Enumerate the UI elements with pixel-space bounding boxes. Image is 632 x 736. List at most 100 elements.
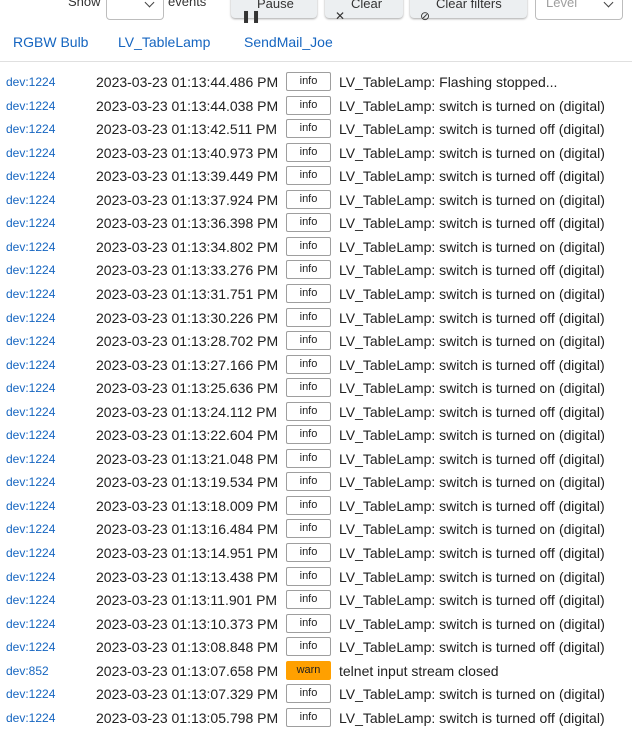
- log-message: LV_TableLamp: switch is turned off (digi…: [339, 497, 605, 514]
- log-level-badge: info: [286, 495, 331, 515]
- log-row: dev:1224 2023-03-23 01:13:39.449 PM info LV…: [0, 164, 632, 188]
- log-timestamp: 2023-03-23 01:13:34.802 PM: [96, 238, 279, 255]
- log-message: LV_TableLamp: switch is turned on (digit…: [339, 285, 605, 302]
- log-device-link[interactable]: dev:1224: [6, 146, 55, 160]
- log-device-link[interactable]: dev:1224: [6, 99, 55, 113]
- clear-filters-button[interactable]: ⊘ Clear filters: [410, 0, 527, 23]
- log-device-link[interactable]: dev:1224: [6, 240, 55, 254]
- log-timestamp: 2023-03-23 01:13:22.604 PM: [96, 427, 279, 444]
- log-row: dev:1224 2023-03-23 01:13:24.112 PM info LV…: [0, 400, 632, 424]
- device-tab-rgbw-bulb[interactable]: RGBW Bulb: [13, 34, 88, 50]
- log-timestamp: 2023-03-23 01:13:10.373 PM: [96, 615, 279, 632]
- log-timestamp: 2023-03-23 01:13:44.038 PM: [96, 97, 279, 114]
- log-timestamp: 2023-03-23 01:13:27.166 PM: [96, 356, 279, 373]
- log-level-badge: info: [286, 472, 331, 492]
- log-device-link[interactable]: dev:1224: [6, 428, 55, 442]
- log-timestamp: 2023-03-23 01:13:33.276 PM: [96, 262, 279, 279]
- log-level-badge: info: [286, 425, 331, 445]
- log-device-link[interactable]: dev:1224: [6, 640, 55, 654]
- log-level-badge: info: [286, 260, 331, 280]
- log-level-badge: info: [286, 236, 331, 256]
- log-device-link[interactable]: dev:1224: [6, 452, 55, 466]
- log-message: LV_TableLamp: Flashing stopped...: [339, 74, 558, 90]
- log-timestamp: 2023-03-23 01:13:08.848 PM: [96, 639, 279, 656]
- log-timestamp: 2023-03-23 01:13:14.951 PM: [96, 545, 279, 561]
- log-row: dev:1224 2023-03-23 01:13:42.511 PM info LV…: [0, 117, 632, 141]
- log-row: dev:1224 2023-03-23 01:13:30.226 PM info LV…: [0, 306, 632, 330]
- log-level-badge: info: [286, 378, 331, 398]
- log-timestamp: 2023-03-23 01:13:07.329 PM: [96, 686, 279, 703]
- log-level-badge: info: [286, 307, 331, 327]
- level-select[interactable]: Level: [535, 0, 623, 20]
- log-device-link[interactable]: dev:1224: [6, 522, 55, 536]
- log-level-badge: info: [286, 331, 331, 351]
- device-filter-tabs: RGBW Bulb LV_TableLamp SendMail_Joe: [0, 28, 632, 62]
- log-timestamp: 2023-03-23 01:13:25.636 PM: [96, 380, 279, 397]
- log-message: LV_TableLamp: switch is turned off (digi…: [339, 709, 605, 726]
- log-row: dev:1224 2023-03-23 01:13:44.486 PM info LV…: [0, 70, 632, 94]
- log-timestamp: 2023-03-23 01:13:42.511 PM: [96, 121, 278, 138]
- pause-button[interactable]: ❚❚ Pause: [231, 0, 317, 23]
- log-device-link[interactable]: dev:1224: [6, 405, 55, 419]
- log-message: LV_TableLamp: switch is turned off (digi…: [339, 403, 605, 420]
- log-level-badge: info: [286, 354, 331, 374]
- log-device-link[interactable]: dev:1224: [6, 711, 55, 725]
- log-message: LV_TableLamp: switch is turned on (digit…: [339, 521, 605, 538]
- log-timestamp: 2023-03-23 01:13:31.751 PM: [96, 285, 279, 302]
- log-device-link[interactable]: dev:1224: [6, 334, 55, 348]
- log-device-link[interactable]: dev:1224: [6, 499, 55, 513]
- log-level-badge: info: [286, 637, 331, 657]
- log-level-badge: info: [286, 519, 331, 539]
- device-tab-lv-tablelamp[interactable]: LV_TableLamp: [118, 34, 210, 50]
- log-device-link[interactable]: dev:1224: [6, 75, 55, 89]
- log-row: dev:1224 2023-03-23 01:13:44.038 PM info LV…: [0, 94, 632, 118]
- log-row: dev:1224 2023-03-23 01:13:37.924 PM info LV…: [0, 188, 632, 212]
- log-message: LV_TableLamp: switch is turned on (digit…: [339, 333, 605, 350]
- log-row: dev:1224 2023-03-23 01:13:16.484 PM info LV…: [0, 517, 632, 541]
- log-device-link[interactable]: dev:1224: [6, 287, 55, 301]
- log-timestamp: 2023-03-23 01:13:21.048 PM: [96, 450, 279, 467]
- log-timestamp: 2023-03-23 01:13:37.924 PM: [96, 191, 279, 208]
- log-message: LV_TableLamp: switch is turned off (digi…: [339, 309, 605, 326]
- log-device-link[interactable]: dev:1224: [6, 311, 55, 325]
- show-label: Show: [68, 0, 101, 9]
- log-device-link[interactable]: dev:1224: [6, 358, 55, 372]
- level-placeholder: Level: [546, 0, 578, 10]
- log-row: dev:1224 2023-03-23 01:13:25.636 PM info LV…: [0, 376, 632, 400]
- log-message: LV_TableLamp: switch is turned on (digit…: [339, 380, 605, 397]
- clear-filters-button-label: Clear filters: [436, 0, 502, 11]
- log-device-link[interactable]: dev:852: [6, 664, 49, 678]
- log-device-link[interactable]: dev:1224: [6, 593, 55, 607]
- log-device-link[interactable]: dev:1224: [6, 122, 55, 136]
- log-device-link[interactable]: dev:1224: [6, 169, 55, 183]
- log-device-link[interactable]: dev:1224: [6, 381, 55, 395]
- chevron-down-icon: [603, 0, 614, 8]
- log-row: dev:1224 2023-03-23 01:13:19.534 PM info LV…: [0, 470, 632, 494]
- log-message: LV_TableLamp: switch is turned on (digit…: [339, 474, 605, 491]
- log-level-badge: info: [286, 613, 331, 633]
- log-level-badge: info: [286, 283, 331, 303]
- log-device-link[interactable]: dev:1224: [6, 216, 55, 230]
- events-label: events: [168, 0, 207, 9]
- device-tab-sendmail-joe[interactable]: SendMail_Joe: [244, 34, 333, 50]
- log-device-link[interactable]: dev:1224: [6, 193, 55, 207]
- log-timestamp: 2023-03-23 01:13:18.009 PM: [96, 497, 279, 514]
- log-device-link[interactable]: dev:1224: [6, 475, 55, 489]
- log-device-link[interactable]: dev:1224: [6, 570, 55, 584]
- chevron-down-icon: [144, 0, 155, 8]
- log-message: LV_TableLamp: switch is turned off (digi…: [339, 639, 605, 656]
- clear-button[interactable]: ✕ Clear: [325, 0, 403, 23]
- log-message: LV_TableLamp: switch is turned off (digi…: [339, 592, 605, 609]
- log-device-link[interactable]: dev:1224: [6, 687, 55, 701]
- log-device-link[interactable]: dev:1224: [6, 263, 55, 277]
- log-level-badge: info: [286, 142, 331, 162]
- log-timestamp: 2023-03-23 01:13:36.398 PM: [96, 215, 279, 232]
- log-message: LV_TableLamp: switch is turned off (digi…: [339, 450, 605, 467]
- log-message: LV_TableLamp: switch is turned off (digi…: [339, 215, 605, 232]
- log-device-link[interactable]: dev:1224: [6, 617, 55, 631]
- log-message: LV_TableLamp: switch is turned off (digi…: [339, 545, 605, 561]
- log-row: dev:1224 2023-03-23 01:13:07.329 PM info LV…: [0, 682, 632, 706]
- log-device-link[interactable]: dev:1224: [6, 546, 55, 560]
- show-count-select[interactable]: [106, 0, 164, 20]
- log-message: LV_TableLamp: switch is turned on (digit…: [339, 238, 605, 255]
